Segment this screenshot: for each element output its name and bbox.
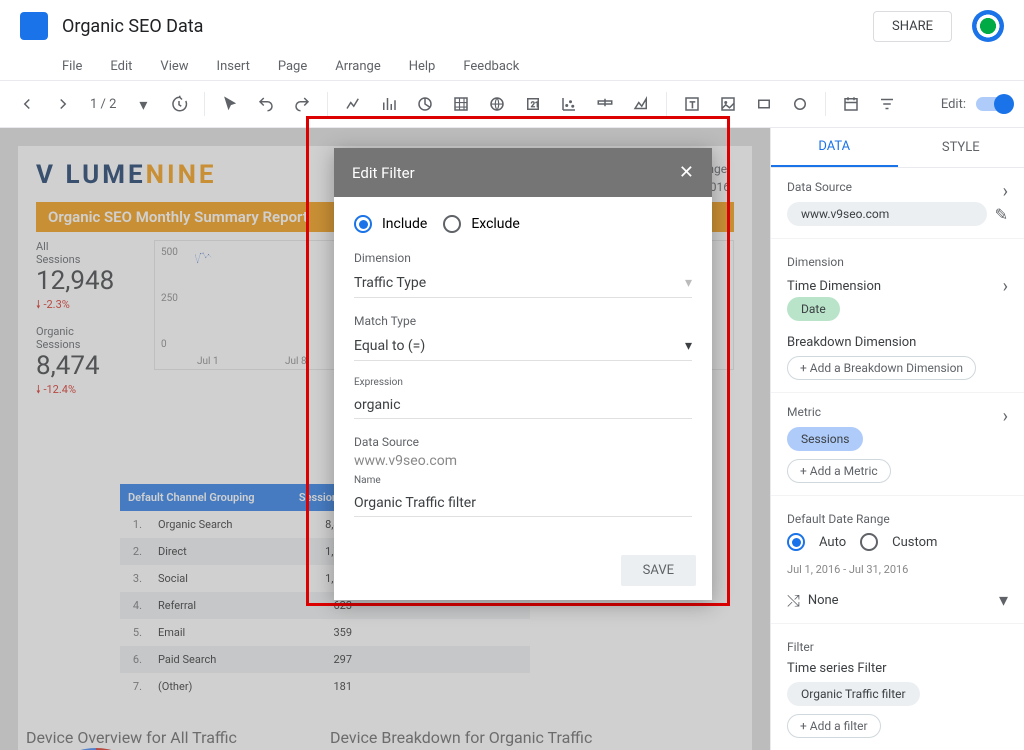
avatar[interactable] xyxy=(972,10,1004,42)
edit-label: Edit: xyxy=(941,97,966,112)
modal-title: Edit Filter xyxy=(352,164,415,182)
filter-icon[interactable] xyxy=(872,89,902,119)
menu-file[interactable]: File xyxy=(62,59,82,74)
time-dimension-label: Time Dimension xyxy=(787,279,881,294)
dimension-label: Dimension xyxy=(354,251,692,265)
edit-pencil-icon[interactable]: ✎ xyxy=(995,205,1008,224)
metric-label: Metric xyxy=(787,405,821,419)
default-date-range-label: Default Date Range xyxy=(787,512,890,526)
time-dimension-chip[interactable]: Date xyxy=(787,297,840,321)
breakdown-dim-label: Breakdown Dimension xyxy=(787,335,1008,350)
tab-style[interactable]: STYLE xyxy=(898,128,1024,167)
close-icon[interactable]: ✕ xyxy=(679,162,694,183)
time-series-filter-label: Time series Filter xyxy=(787,661,1008,676)
history-icon[interactable] xyxy=(164,89,194,119)
menu-view[interactable]: View xyxy=(160,59,188,74)
filter-section-label: Filter xyxy=(787,640,814,654)
dimension-label: Dimension xyxy=(787,255,844,269)
compare-icon[interactable]: ⤭ xyxy=(787,591,800,611)
data-source-label: Data Source xyxy=(787,180,852,194)
next-page-button[interactable] xyxy=(48,89,78,119)
share-button[interactable]: SHARE xyxy=(873,11,952,42)
compare-value[interactable]: None xyxy=(808,593,839,608)
menu-page[interactable]: Page xyxy=(278,59,307,74)
edit-toggle[interactable] xyxy=(976,97,1012,111)
dimension-select[interactable]: Traffic Type▾ xyxy=(354,269,692,298)
image-icon[interactable] xyxy=(713,89,743,119)
data-source-chip[interactable]: www.v9seo.com xyxy=(787,202,987,226)
radio-exclude[interactable] xyxy=(443,215,461,233)
select-icon[interactable] xyxy=(215,89,245,119)
menu-insert[interactable]: Insert xyxy=(217,59,250,74)
menu-bar: File Edit View Insert Page Arrange Help … xyxy=(42,52,1024,80)
time-series-icon[interactable] xyxy=(338,89,368,119)
geo-icon[interactable] xyxy=(482,89,512,119)
edit-filter-modal: Edit Filter ✕ Include Exclude Dimension … xyxy=(334,148,712,600)
add-metric-button[interactable]: + Add a Metric xyxy=(787,459,891,483)
radio-include[interactable] xyxy=(354,215,372,233)
add-breakdown-button[interactable]: + Add a Breakdown Dimension xyxy=(787,356,976,380)
app-logo xyxy=(20,12,48,40)
bar-chart-icon[interactable] xyxy=(374,89,404,119)
filter-chip[interactable]: Organic Traffic filter xyxy=(787,682,920,706)
date-range-display: Jul 1, 2016 - Jul 31, 2016 xyxy=(787,563,1008,576)
match-type-select[interactable]: Equal to (=)▾ xyxy=(354,332,692,361)
scatter-icon[interactable] xyxy=(554,89,584,119)
tab-data[interactable]: DATA xyxy=(771,128,898,167)
radio-custom[interactable] xyxy=(860,533,878,551)
expression-label: Expression xyxy=(354,377,692,388)
match-type-label: Match Type xyxy=(354,314,692,328)
chevron-right-icon[interactable]: › xyxy=(1003,276,1008,297)
expression-input[interactable] xyxy=(354,392,692,419)
rectangle-icon[interactable] xyxy=(749,89,779,119)
modal-data-source-label: Data Source xyxy=(354,435,692,449)
add-filter-button[interactable]: + Add a filter xyxy=(787,714,881,738)
modal-data-source-value: www.v9seo.com xyxy=(354,453,692,469)
svg-text:21: 21 xyxy=(531,100,539,109)
chevron-right-icon[interactable]: › xyxy=(1003,181,1008,202)
circle-icon[interactable] xyxy=(785,89,815,119)
chevron-right-icon[interactable]: › xyxy=(1003,406,1008,427)
radio-auto[interactable] xyxy=(787,533,805,551)
include-label: Include xyxy=(382,216,427,232)
dropdown-icon[interactable]: ▾ xyxy=(128,89,158,119)
app-header: Organic SEO Data SHARE xyxy=(0,0,1024,52)
text-icon[interactable]: T xyxy=(677,89,707,119)
exclude-label: Exclude xyxy=(471,216,520,232)
menu-help[interactable]: Help xyxy=(409,59,436,74)
doc-title[interactable]: Organic SEO Data xyxy=(62,16,873,37)
page-info: 1 / 2 xyxy=(84,97,122,112)
dropdown-icon: ▾ xyxy=(685,338,692,354)
menu-arrange[interactable]: Arrange xyxy=(335,59,380,74)
scorecard-icon[interactable]: 21 xyxy=(518,89,548,119)
properties-sidebar: DATA STYLE Data Source › www.v9seo.com ✎… xyxy=(770,128,1024,750)
bullet-icon[interactable] xyxy=(590,89,620,119)
name-label: Name xyxy=(354,475,692,486)
menu-feedback[interactable]: Feedback xyxy=(463,59,519,74)
dropdown-icon: ▾ xyxy=(685,275,692,291)
pie-chart-icon[interactable] xyxy=(410,89,440,119)
undo-icon[interactable] xyxy=(251,89,281,119)
table-icon[interactable] xyxy=(446,89,476,119)
area-chart-icon[interactable] xyxy=(626,89,656,119)
menu-edit[interactable]: Edit xyxy=(110,59,132,74)
date-range-icon[interactable] xyxy=(836,89,866,119)
save-button[interactable]: SAVE xyxy=(621,555,696,586)
metric-chip[interactable]: Sessions xyxy=(787,427,863,451)
name-input[interactable] xyxy=(354,490,692,517)
svg-text:T: T xyxy=(690,101,696,111)
redo-icon[interactable] xyxy=(287,89,317,119)
prev-page-button[interactable] xyxy=(12,89,42,119)
